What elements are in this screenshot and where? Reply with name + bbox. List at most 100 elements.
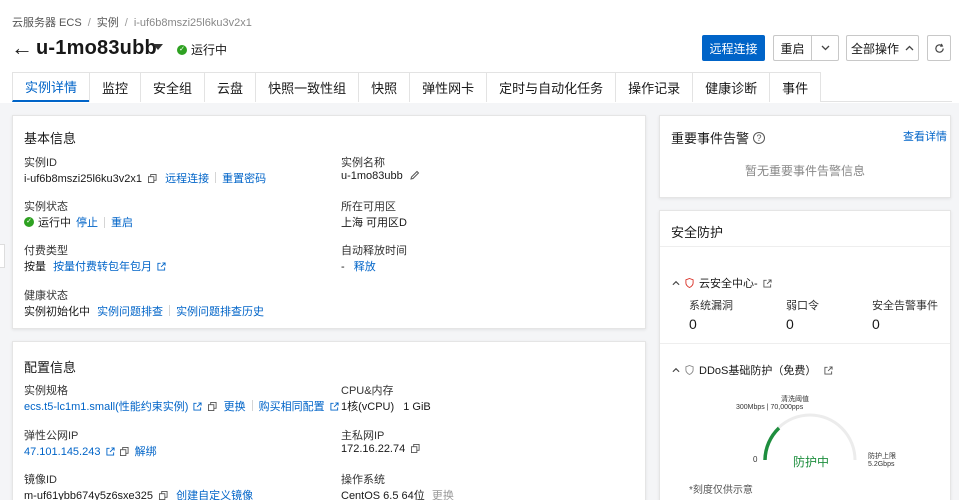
private-ip-value: 172.16.22.74	[341, 443, 406, 455]
external-link-icon[interactable]	[330, 402, 339, 411]
release-link[interactable]: 释放	[354, 261, 376, 273]
back-arrow-icon[interactable]: ←	[11, 36, 33, 60]
tab-monitoring[interactable]: 监控	[89, 72, 142, 102]
events-title: 重要事件告警	[671, 131, 750, 146]
troubleshoot-link[interactable]: 实例问题排查	[97, 306, 163, 318]
copy-icon[interactable]	[159, 491, 168, 500]
auto-release-label: 自动释放时间	[341, 245, 407, 257]
unbind-link[interactable]: 解绑	[135, 446, 157, 458]
copy-icon[interactable]	[148, 174, 157, 183]
buy-same-config-link[interactable]: 购买相同配置	[259, 401, 325, 413]
basic-info-title: 基本信息	[24, 131, 77, 146]
instance-type-value[interactable]: ecs.t5-lc1m1.small(性能约束实例)	[24, 401, 188, 413]
refresh-button[interactable]	[927, 35, 951, 61]
copy-icon[interactable]	[119, 447, 129, 456]
chevron-up-icon[interactable]	[672, 367, 680, 373]
security-alerts-count: 0	[872, 316, 880, 332]
restart-button[interactable]: 重启	[773, 35, 811, 61]
tab-eni[interactable]: 弹性网卡	[409, 72, 488, 102]
troubleshoot-history-link[interactable]: 实例问题排查历史	[176, 306, 264, 318]
tab-scheduled-tasks[interactable]: 定时与自动化任务	[486, 72, 617, 102]
health-status-value: 实例初始化中	[24, 306, 90, 318]
cpu-value: 1核(vCPU)	[341, 401, 395, 413]
divider	[660, 343, 950, 344]
edit-icon[interactable]	[410, 170, 420, 180]
tab-disks[interactable]: 云盘	[204, 72, 257, 102]
tab-security-groups[interactable]: 安全组	[140, 72, 206, 102]
shield-icon	[685, 365, 694, 375]
copy-icon[interactable]	[207, 402, 217, 411]
tab-operation-logs[interactable]: 操作记录	[615, 72, 694, 102]
billing-type-value: 按量	[24, 261, 46, 273]
external-link-icon[interactable]	[193, 402, 203, 411]
status-badge: ✓ 运行中	[177, 41, 227, 58]
breadcrumb: 云服务器 ECS / 实例 / i-uf6b8mszi25l6ku3v2x1	[12, 17, 252, 29]
stop-link[interactable]: 停止	[76, 214, 98, 230]
remote-connect-button[interactable]: 远程连接	[702, 35, 765, 61]
gauge-note: *刻度仅供示意	[689, 485, 753, 496]
tab-events[interactable]: 事件	[769, 72, 822, 102]
eip-label: 弹性公网IP	[24, 430, 79, 442]
instance-id-label: 实例ID	[24, 157, 57, 169]
instance-state-row: ✓ 运行中 停止 重启	[24, 214, 133, 230]
cloud-security-center-row: 云安全中心-	[672, 275, 772, 291]
tab-health-diagnosis[interactable]: 健康诊断	[692, 72, 771, 102]
image-id-label: 镜像ID	[24, 474, 57, 486]
image-id-value: m-uf61ybb674y5z6sxe325	[24, 490, 154, 500]
eip-row: 47.101.145.243 解绑	[24, 443, 157, 459]
help-icon[interactable]: ?	[753, 131, 766, 144]
threshold-label: 清洗阈值	[781, 396, 809, 403]
health-status-row: 实例初始化中 实例问题排查 实例问题排查历史	[24, 303, 264, 319]
health-status-label: 健康状态	[24, 290, 68, 302]
tab-bar: 实例详情 监控 安全组 云盘 快照一致性组 快照 弹性网卡 定时与自动化任务 操…	[12, 72, 952, 102]
change-type-link[interactable]: 更换	[224, 401, 246, 413]
events-header: 重要事件告警 ?	[671, 128, 766, 147]
reset-password-link[interactable]: 重置密码	[222, 173, 266, 185]
external-link-icon[interactable]	[763, 278, 772, 288]
os-label: 操作系统	[341, 474, 385, 486]
threshold-value: 300Mbps | 70,000pps	[736, 404, 804, 411]
external-link-icon[interactable]	[824, 365, 833, 375]
convert-subscription-link[interactable]: 按量付费转包年包月	[53, 261, 152, 273]
security-alerts-label: 安全告警事件	[872, 300, 938, 312]
private-ip-row: 172.16.22.74	[341, 443, 420, 455]
check-circle-icon: ✓	[177, 44, 187, 55]
auto-release-row: - 释放	[341, 258, 376, 274]
shield-icon	[685, 278, 694, 288]
tab-snapshot-consistency-groups[interactable]: 快照一致性组	[255, 72, 360, 102]
refresh-icon	[934, 43, 944, 53]
breadcrumb-instances[interactable]: 实例	[97, 17, 119, 29]
check-circle-icon: ✓	[24, 217, 34, 227]
eip-value[interactable]: 47.101.145.243	[24, 446, 100, 458]
external-link-icon[interactable]	[105, 447, 115, 456]
os-value: CentOS 6.5 64位	[341, 490, 425, 500]
restart-dropdown-button[interactable]	[811, 35, 839, 61]
chevron-up-icon[interactable]	[672, 280, 680, 286]
ddos-label: DDoS基础防护（免费）	[699, 365, 817, 377]
external-link-icon[interactable]	[157, 262, 166, 271]
tab-instance-details[interactable]: 实例详情	[12, 72, 91, 102]
all-operations-button[interactable]: 全部操作	[846, 35, 919, 61]
weak-password-label: 弱口令	[786, 300, 819, 312]
change-os-link[interactable]: 更换	[432, 490, 454, 500]
events-empty-text: 暂无重要事件告警信息	[744, 164, 865, 178]
view-details-link[interactable]: 查看详情	[903, 128, 947, 144]
collapse-handle[interactable]	[0, 244, 5, 268]
remote-connect-link[interactable]: 远程连接	[165, 173, 209, 185]
breadcrumb-ecs[interactable]: 云服务器 ECS	[12, 17, 82, 29]
billing-type-label: 付费类型	[24, 245, 68, 257]
instance-name-value: u-1mo83ubb	[341, 170, 403, 182]
tab-snapshots[interactable]: 快照	[358, 72, 411, 102]
create-custom-image-link[interactable]: 创建自定义镜像	[176, 490, 253, 500]
instance-type-label: 实例规格	[24, 385, 68, 397]
copy-icon[interactable]	[411, 444, 420, 453]
protection-limit-label: 防护上限	[868, 453, 896, 460]
auto-release-value: -	[341, 261, 345, 273]
memory-value: 1 GiB	[403, 401, 431, 413]
zone-value: 上海 可用区D	[341, 217, 407, 229]
chevron-down-icon[interactable]	[153, 44, 163, 50]
restart-link[interactable]: 重启	[111, 214, 133, 230]
gauge-zero-label: 0	[753, 455, 758, 464]
os-row: CentOS 6.5 64位 更换	[341, 487, 454, 500]
security-title: 安全防护	[671, 225, 724, 240]
